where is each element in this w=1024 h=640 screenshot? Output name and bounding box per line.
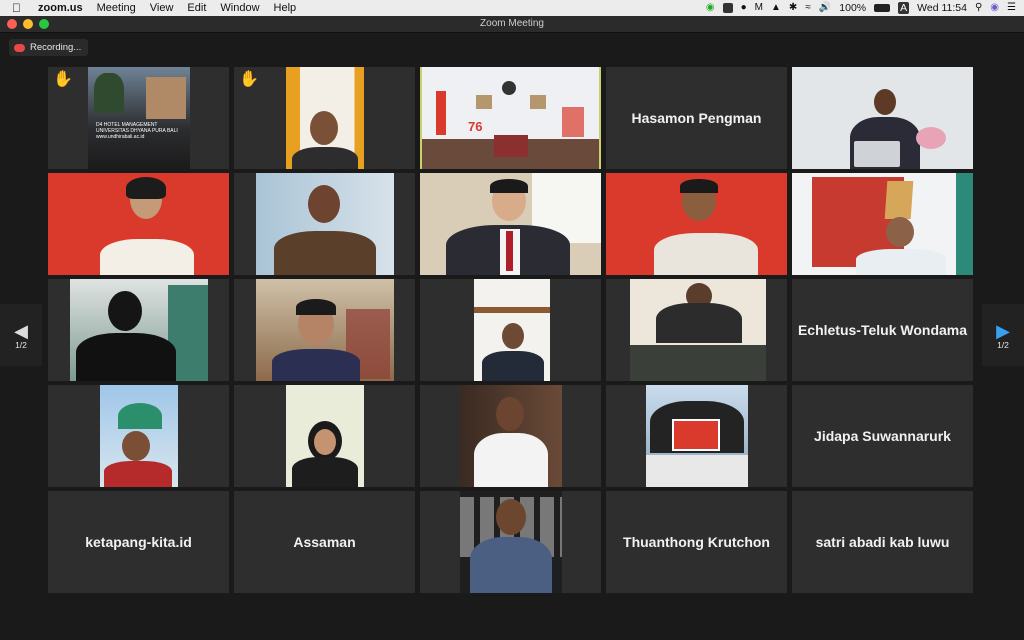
- menu-meeting[interactable]: Meeting: [97, 2, 136, 14]
- participant-tile[interactable]: Jidapa Suwannarurk: [792, 385, 973, 487]
- participant-name: Echletus-Teluk Wondama: [797, 322, 968, 338]
- participant-video: [70, 279, 208, 381]
- bluetooth-icon[interactable]: ✱: [789, 3, 797, 13]
- participant-tile[interactable]: satri abadi kab luwu: [792, 491, 973, 593]
- participant-name: Assaman: [293, 534, 356, 550]
- participant-name: Hasamon Pengman: [631, 110, 762, 126]
- participant-name: Jidapa Suwannarurk: [814, 428, 951, 444]
- participant-tile[interactable]: [420, 491, 601, 593]
- participant-tile[interactable]: [420, 385, 601, 487]
- participant-video: [460, 385, 562, 487]
- participant-name: Thuanthong Krutchon: [623, 534, 770, 550]
- arrow-right-icon: ▶: [996, 321, 1010, 341]
- participant-tile[interactable]: [234, 279, 415, 381]
- participant-name: satri abadi kab luwu: [815, 534, 950, 550]
- page-indicator-left: 1/2: [15, 340, 27, 350]
- participant-video: [630, 279, 766, 381]
- participant-tile[interactable]: [792, 173, 973, 275]
- window-title: Zoom Meeting: [480, 18, 544, 29]
- participant-video: [792, 173, 973, 275]
- banner-number: 76: [468, 119, 483, 134]
- input-source[interactable]: A: [898, 2, 910, 14]
- participant-video: [48, 173, 229, 275]
- menu-view[interactable]: View: [150, 2, 174, 14]
- hotel-line-3: www.undhirabali.ac.id: [96, 134, 145, 140]
- participant-tile-active-speaker[interactable]: 76: [420, 67, 601, 169]
- participant-video: [100, 385, 178, 487]
- menu-help[interactable]: Help: [274, 2, 297, 14]
- participant-name: ketapang-kita.id: [85, 534, 192, 550]
- participant-tile[interactable]: [48, 385, 229, 487]
- next-page-button[interactable]: ▶ 1/2: [982, 304, 1024, 366]
- mac-menu-bar:  zoom.us Meeting View Edit Window Help …: [0, 0, 1024, 16]
- participant-tile[interactable]: [420, 173, 601, 275]
- participant-video: [286, 385, 364, 487]
- participant-tile[interactable]: ✋: [234, 67, 415, 169]
- wifi-icon[interactable]: ≈: [805, 3, 811, 13]
- participant-tile[interactable]: [792, 67, 973, 169]
- participant-video: [286, 67, 364, 169]
- gallery-view: Recording... ◀ 1/2 ▶ 1/2 ✋ D4 HOTEL MANA…: [0, 33, 1024, 640]
- participant-tile[interactable]: ✋ D4 HOTEL MANAGEMENT UNIVERSITAS DHYANA…: [48, 67, 229, 169]
- participant-video: [606, 173, 787, 275]
- participant-tile[interactable]: ketapang-kita.id: [48, 491, 229, 593]
- cloud-record-icon: [14, 43, 25, 52]
- participant-tile[interactable]: [606, 173, 787, 275]
- minimize-window-button[interactable]: [23, 19, 33, 29]
- participant-tile[interactable]: [420, 279, 601, 381]
- menu-app[interactable]: zoom.us: [38, 2, 83, 14]
- volume-icon[interactable]: 🔊: [819, 3, 831, 13]
- participant-video: [420, 173, 601, 275]
- arrow-left-icon: ◀: [14, 321, 28, 341]
- participant-tile[interactable]: Assaman: [234, 491, 415, 593]
- participant-tile[interactable]: Hasamon Pengman: [606, 67, 787, 169]
- participant-video: [474, 279, 550, 381]
- participant-tile[interactable]: [48, 279, 229, 381]
- participant-video: [460, 491, 562, 593]
- close-window-button[interactable]: [7, 19, 17, 29]
- participant-video: [256, 173, 394, 275]
- participant-video: 76: [422, 67, 599, 169]
- previous-page-button[interactable]: ◀ 1/2: [0, 304, 42, 366]
- participant-tile[interactable]: [48, 173, 229, 275]
- record-app-icon[interactable]: ●: [741, 3, 747, 13]
- notification-center-icon[interactable]: ☰: [1007, 3, 1016, 13]
- menu-window[interactable]: Window: [220, 2, 259, 14]
- participant-tile[interactable]: [606, 279, 787, 381]
- upload-app-icon[interactable]: ▲: [771, 3, 781, 13]
- participant-tile[interactable]: [606, 385, 787, 487]
- participant-video: [256, 279, 394, 381]
- recording-label: Recording...: [30, 42, 82, 53]
- raised-hand-icon: ✋: [239, 71, 259, 88]
- clock[interactable]: Wed 11:54: [917, 2, 967, 14]
- participant-video: [646, 385, 748, 487]
- battery-icon[interactable]: [874, 4, 891, 12]
- participant-video: [792, 67, 973, 169]
- page-indicator-right: 1/2: [997, 340, 1009, 350]
- raised-hand-icon: ✋: [53, 71, 73, 88]
- apple-icon[interactable]: : [12, 1, 26, 15]
- recording-indicator[interactable]: Recording...: [9, 39, 89, 56]
- mail-app-icon[interactable]: M: [755, 3, 763, 13]
- participant-video: D4 HOTEL MANAGEMENT UNIVERSITAS DHYANA P…: [88, 67, 190, 169]
- participant-tile[interactable]: Echletus-Teluk Wondama: [792, 279, 973, 381]
- participant-tile[interactable]: [234, 173, 415, 275]
- menu-edit[interactable]: Edit: [187, 2, 206, 14]
- battery-percent: 100%: [839, 2, 867, 14]
- siri-icon[interactable]: ◉: [990, 3, 999, 13]
- screen-app-icon[interactable]: [722, 3, 733, 13]
- participant-tile[interactable]: Thuanthong Krutchon: [606, 491, 787, 593]
- fullscreen-window-button[interactable]: [39, 19, 49, 29]
- spotlight-search-icon[interactable]: ⚲: [975, 3, 982, 13]
- line-app-icon[interactable]: ◉: [706, 3, 715, 13]
- participant-tile[interactable]: [234, 385, 415, 487]
- window-title-bar: Zoom Meeting: [0, 16, 1024, 33]
